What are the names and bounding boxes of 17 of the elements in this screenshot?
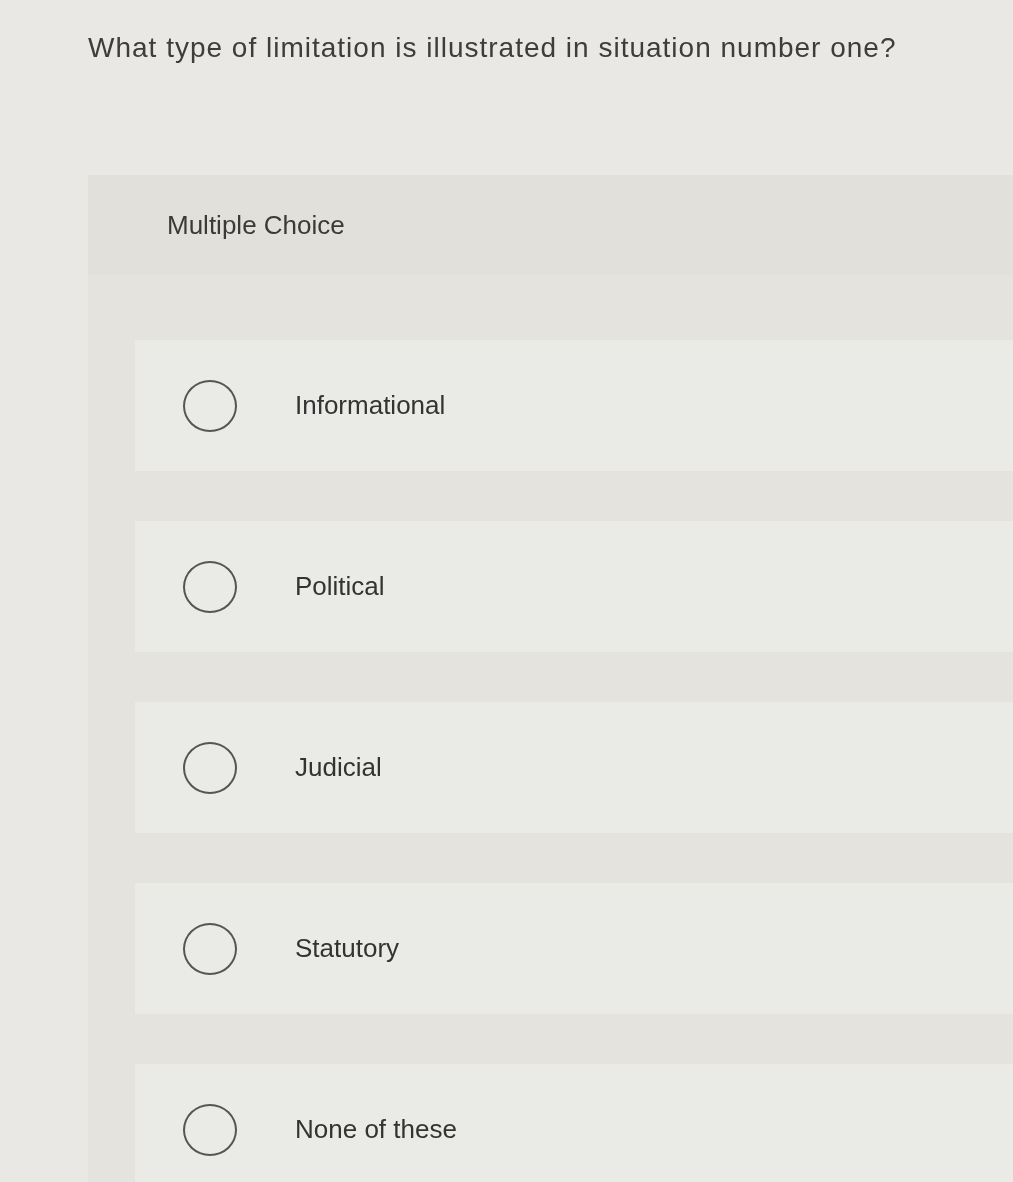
option-label: Informational — [295, 390, 446, 421]
answer-option[interactable]: Informational — [135, 340, 1013, 471]
radio-button[interactable] — [183, 379, 237, 432]
radio-button[interactable] — [183, 741, 237, 794]
answer-option[interactable]: Statutory — [135, 883, 1013, 1014]
option-label: Judicial — [295, 752, 382, 783]
answer-option[interactable]: Political — [135, 521, 1013, 652]
radio-button[interactable] — [183, 1103, 237, 1156]
answer-option[interactable]: None of these — [135, 1064, 1013, 1182]
option-label: None of these — [295, 1114, 457, 1145]
radio-button[interactable] — [183, 560, 237, 613]
question-text: What type of limitation is illustrated in situation number one? — [88, 31, 897, 65]
option-label: Political — [295, 571, 385, 602]
option-label: Statutory — [295, 933, 400, 964]
answer-option[interactable]: Judicial — [135, 702, 1013, 833]
panel-heading: Multiple Choice — [167, 209, 345, 241]
radio-button[interactable] — [183, 922, 237, 975]
